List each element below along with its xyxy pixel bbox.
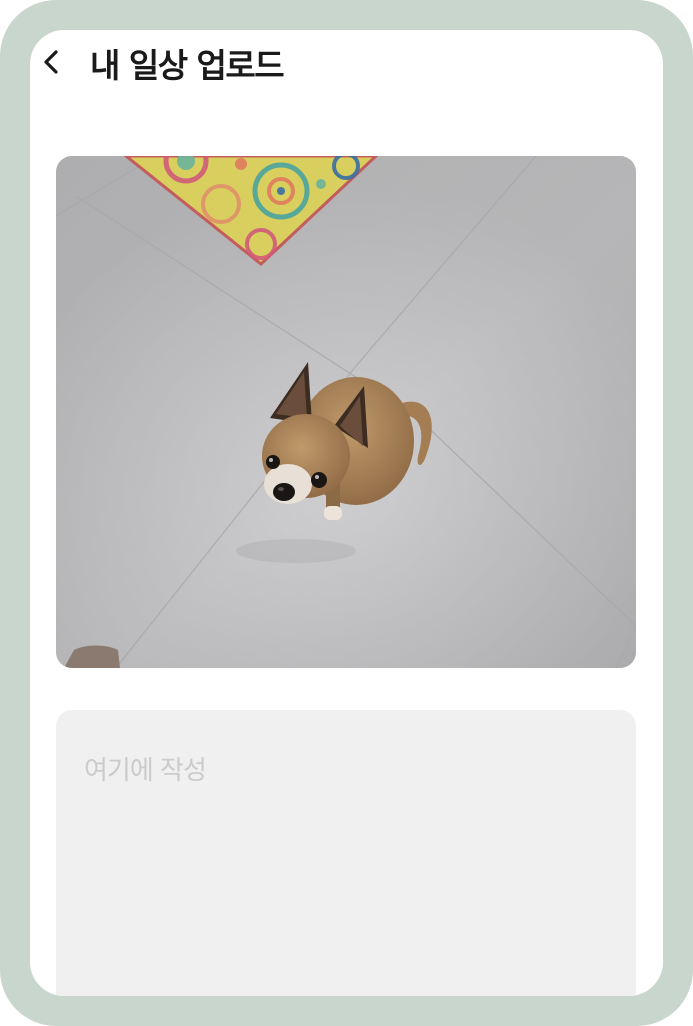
app-screen: 내 일상 업로드	[30, 30, 663, 996]
device-frame: 내 일상 업로드	[0, 0, 693, 1026]
uploaded-photo[interactable]	[56, 156, 636, 668]
back-button[interactable]	[36, 44, 68, 80]
page-title: 내 일상 업로드	[90, 46, 285, 85]
diary-text-input[interactable]	[56, 710, 636, 996]
chevron-left-icon	[44, 50, 58, 74]
dog-photo-image	[56, 156, 636, 668]
top-bar: 내 일상 업로드	[30, 30, 663, 100]
